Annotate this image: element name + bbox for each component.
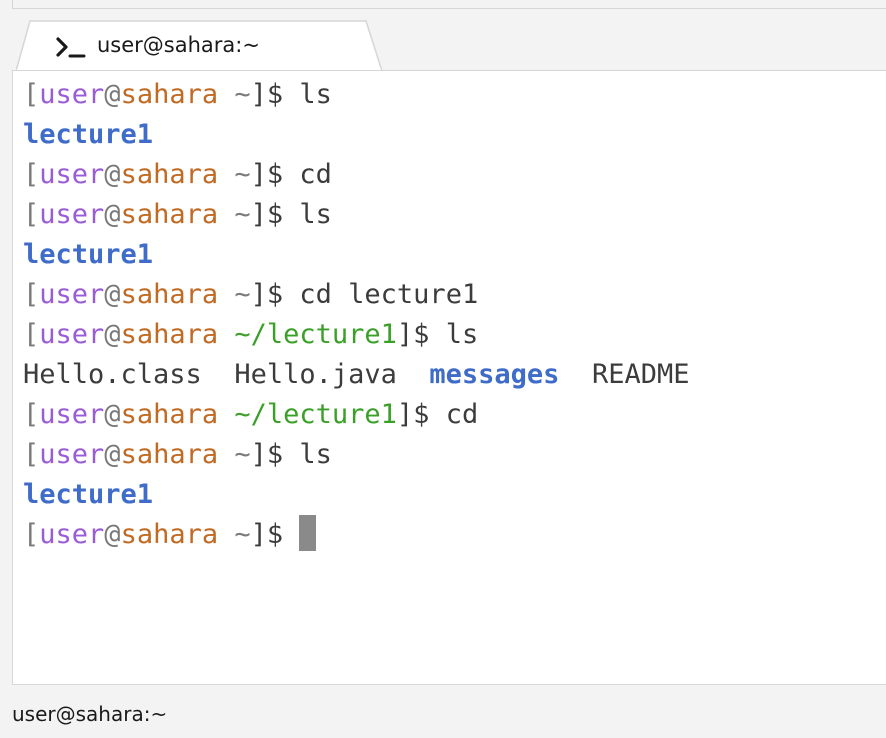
prompt-user: user	[39, 519, 105, 550]
prompt-host: sahara	[120, 279, 219, 310]
prompt-punctuation: ~	[218, 79, 251, 110]
tab-bar-divider	[12, 8, 886, 9]
prompt-punctuation: @	[104, 519, 121, 550]
terminal-line: [user@sahara ~]$	[23, 515, 689, 555]
terminal-text: ]$ ls	[250, 439, 332, 470]
prompt-punctuation: [	[23, 279, 40, 310]
prompt-punctuation: ~	[218, 279, 251, 310]
terminal-text: ]$ ls	[396, 319, 479, 350]
prompt-punctuation: [	[23, 79, 40, 110]
prompt-path: ~/lecture1	[218, 319, 397, 350]
prompt-punctuation: [	[23, 519, 40, 550]
prompt-user: user	[39, 279, 105, 310]
prompt-punctuation: [	[23, 159, 40, 190]
prompt-punctuation: @	[104, 319, 121, 350]
prompt-punctuation: @	[104, 159, 121, 190]
terminal-line: lecture1	[23, 115, 689, 155]
prompt-punctuation: @	[104, 199, 121, 230]
terminal-text: Hello.class Hello.java	[23, 359, 430, 390]
prompt-punctuation: @	[104, 279, 121, 310]
terminal-text: ]$ ls	[250, 79, 332, 110]
terminal-line: [user@sahara ~]$ ls	[23, 195, 689, 235]
terminal-line: [user@sahara ~/lecture1]$ cd	[23, 395, 689, 435]
prompt-path: ~/lecture1	[218, 399, 397, 430]
terminal-text: ]$ cd lecture1	[250, 279, 479, 310]
prompt-host: sahara	[120, 159, 219, 190]
tab-title: user@sahara:~	[97, 33, 260, 57]
terminal-line: Hello.class Hello.java messages README	[23, 355, 689, 395]
prompt-punctuation: ~	[218, 159, 251, 190]
terminal-text: ]$ ls	[250, 199, 332, 230]
status-bar: user@sahara:~	[0, 686, 886, 738]
terminal-text: ]$ cd	[396, 399, 479, 430]
directory-entry: lecture1	[23, 119, 154, 150]
prompt-punctuation: ~	[218, 439, 251, 470]
tab-terminal[interactable]: user@sahara:~	[16, 19, 384, 72]
terminal-line: [user@sahara ~]$ cd lecture1	[23, 275, 689, 315]
prompt-user: user	[39, 319, 105, 350]
terminal-cursor	[299, 515, 317, 551]
terminal-lines: [user@sahara ~]$ ls lecture1 [user@sahara …	[23, 75, 689, 555]
terminal-line: [user@sahara ~/lecture1]$ ls	[23, 315, 689, 355]
terminal-line: [user@sahara ~]$ ls	[23, 435, 689, 475]
prompt-punctuation: [	[23, 399, 40, 430]
terminal-prompt-icon	[56, 36, 86, 58]
prompt-user: user	[39, 199, 105, 230]
terminal-line: [user@sahara ~]$ cd	[23, 155, 689, 195]
prompt-punctuation: @	[104, 399, 121, 430]
prompt-punctuation: @	[104, 439, 121, 470]
prompt-host: sahara	[120, 199, 219, 230]
prompt-user: user	[39, 159, 105, 190]
terminal-line: lecture1	[23, 475, 689, 515]
prompt-punctuation: ~	[218, 199, 251, 230]
prompt-punctuation: [	[23, 199, 40, 230]
prompt-host: sahara	[120, 79, 219, 110]
prompt-punctuation: [	[23, 319, 40, 350]
terminal-text: README	[559, 359, 690, 390]
directory-entry: lecture1	[23, 479, 154, 510]
prompt-punctuation: @	[104, 79, 121, 110]
prompt-punctuation: ~	[218, 519, 251, 550]
tab-bar: user@sahara:~	[0, 0, 886, 72]
prompt-host: sahara	[120, 439, 219, 470]
terminal-text: ]$	[250, 519, 300, 550]
prompt-user: user	[39, 399, 105, 430]
prompt-host: sahara	[120, 519, 219, 550]
prompt-user: user	[39, 79, 105, 110]
terminal-window: user@sahara:~ [user@sahara ~]$ ls lecture…	[0, 0, 886, 738]
terminal-line: lecture1	[23, 235, 689, 275]
terminal-output-area[interactable]: [user@sahara ~]$ ls lecture1 [user@sahara …	[12, 70, 886, 685]
prompt-host: sahara	[120, 399, 219, 430]
directory-entry: messages	[429, 359, 560, 390]
prompt-user: user	[39, 439, 105, 470]
directory-entry: lecture1	[23, 239, 154, 270]
terminal-line: [user@sahara ~]$ ls	[23, 75, 689, 115]
terminal-text: ]$ cd	[250, 159, 332, 190]
prompt-host: sahara	[120, 319, 219, 350]
status-title: user@sahara:~	[12, 702, 168, 726]
prompt-punctuation: [	[23, 439, 40, 470]
